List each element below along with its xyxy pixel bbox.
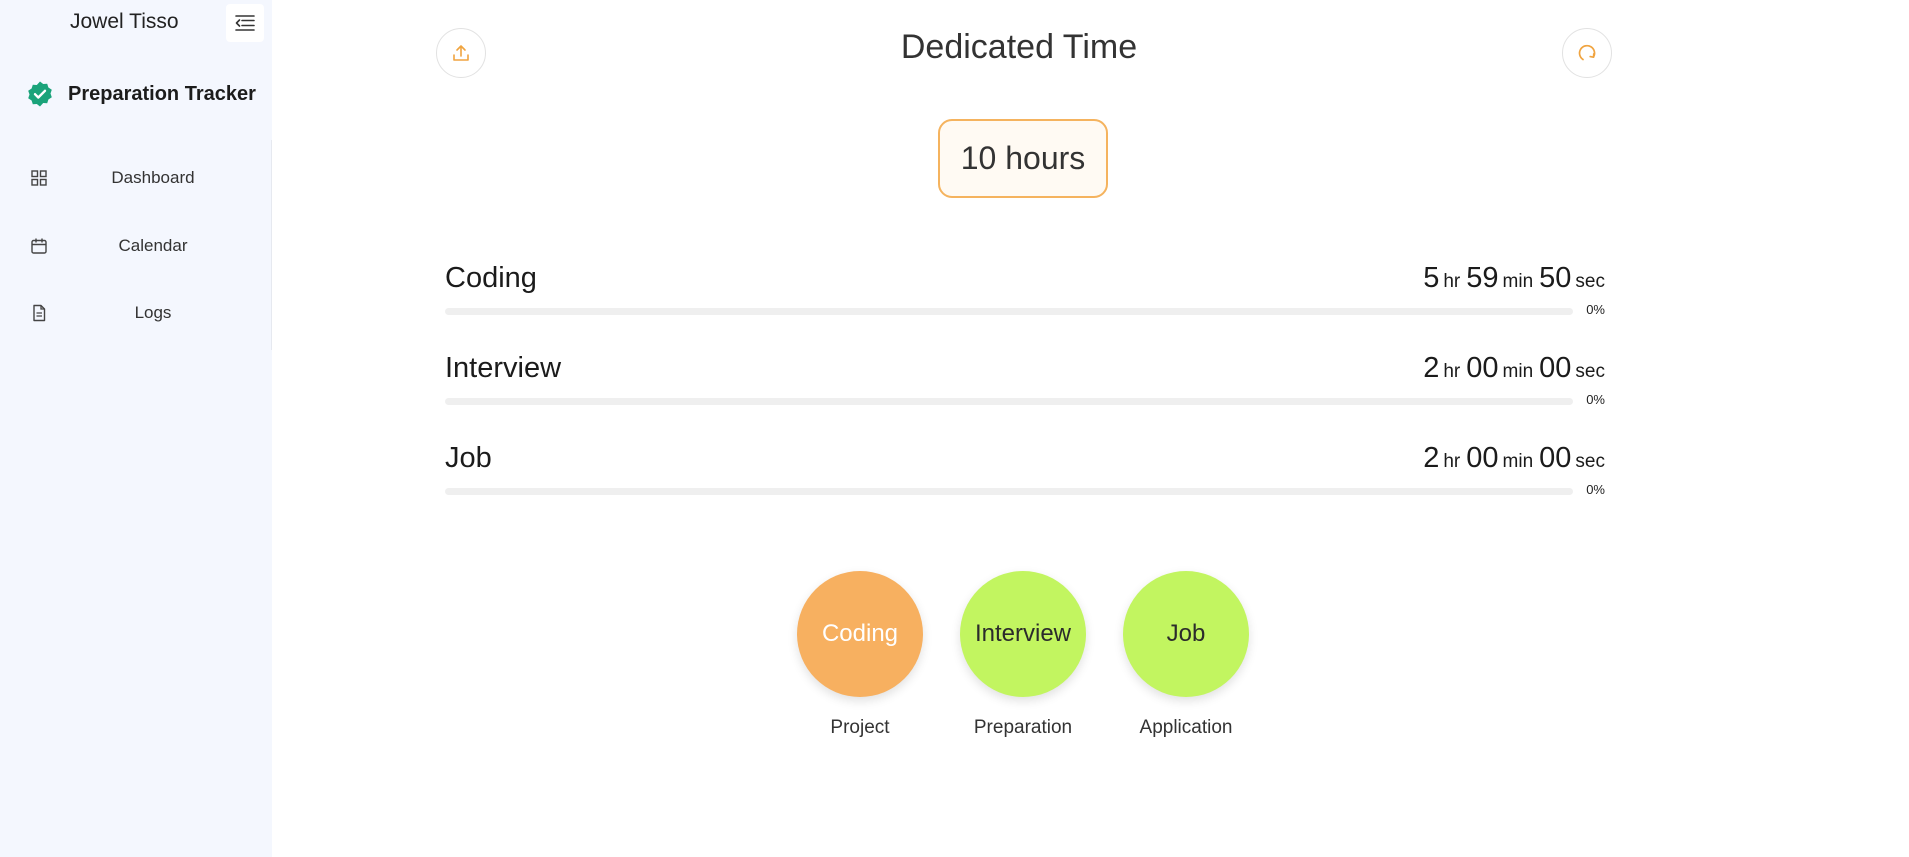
sidebar-item-dashboard[interactable]: Dashboard	[0, 156, 272, 200]
menu-collapse-icon	[235, 15, 255, 31]
progress-percent: 0%	[1586, 392, 1605, 407]
job-activity-button[interactable]: Job	[1123, 571, 1249, 697]
upload-icon	[453, 45, 469, 61]
hours-value: 2	[1423, 442, 1440, 474]
minutes-unit: min	[1502, 451, 1534, 472]
progress-percent: 0%	[1586, 302, 1605, 317]
dedicated-hours-field[interactable]: 10 hours	[938, 119, 1108, 198]
track-time: 2 hr 00 min 00 sec	[1423, 352, 1605, 385]
track-name: Coding	[445, 262, 537, 294]
refresh-icon	[1578, 44, 1596, 61]
coding-activity-button[interactable]: Coding	[797, 571, 923, 697]
sidebar-item-label: Logs	[134, 303, 172, 322]
progress-percent: 0%	[1586, 482, 1605, 497]
progress-bar	[445, 308, 1573, 315]
hours-value: 2	[1423, 352, 1440, 384]
interview-activity-button[interactable]: Interview	[960, 571, 1086, 697]
user-name: Jowel Tisso	[70, 10, 179, 33]
reset-button[interactable]	[1562, 28, 1612, 78]
minutes-unit: min	[1502, 271, 1534, 292]
seconds-value: 00	[1539, 352, 1572, 384]
sidebar-item-label: Calendar	[118, 236, 188, 255]
sidebar-divider	[271, 140, 272, 350]
minutes-value: 00	[1466, 352, 1499, 384]
track-time: 5 hr 59 min 50 sec	[1423, 262, 1605, 295]
sidebar: Jowel Tisso Preparation Tracker Dashboar…	[0, 0, 272, 857]
brand[interactable]: Preparation Tracker	[26, 80, 256, 108]
sidebar-item-label: Dashboard	[111, 168, 195, 187]
activity-caption: Project	[830, 717, 890, 738]
sidebar-item-logs[interactable]: Logs	[0, 291, 272, 335]
activity-caption: Application	[1139, 717, 1233, 738]
activity-job: Job Application	[1123, 571, 1249, 739]
hours-unit: hr	[1443, 451, 1461, 472]
progress-bar	[445, 488, 1573, 495]
seconds-value: 00	[1539, 442, 1572, 474]
minutes-unit: min	[1502, 361, 1534, 382]
track-time: 2 hr 00 min 00 sec	[1423, 442, 1605, 475]
hours-value: 5	[1423, 262, 1440, 294]
activity-coding: Coding Project	[797, 571, 923, 739]
seconds-unit: sec	[1575, 271, 1605, 292]
verified-badge-icon	[28, 81, 52, 107]
track-name: Interview	[445, 352, 562, 384]
hours-unit: hr	[1443, 361, 1461, 382]
activity-interview: Interview Preparation	[960, 571, 1086, 739]
track-name: Job	[445, 442, 492, 474]
sidebar-item-calendar[interactable]: Calendar	[0, 224, 272, 268]
brand-label: Preparation Tracker	[68, 82, 256, 105]
hours-unit: hr	[1443, 271, 1461, 292]
seconds-value: 50	[1539, 262, 1572, 294]
activity-caption: Preparation	[973, 717, 1073, 738]
seconds-unit: sec	[1575, 451, 1605, 472]
seconds-unit: sec	[1575, 361, 1605, 382]
export-button[interactable]	[436, 28, 486, 78]
menu-toggle-button[interactable]	[226, 4, 264, 42]
page-title: Dedicated Time	[900, 28, 1138, 66]
minutes-value: 00	[1466, 442, 1499, 474]
progress-bar	[445, 398, 1573, 405]
minutes-value: 59	[1466, 262, 1499, 294]
